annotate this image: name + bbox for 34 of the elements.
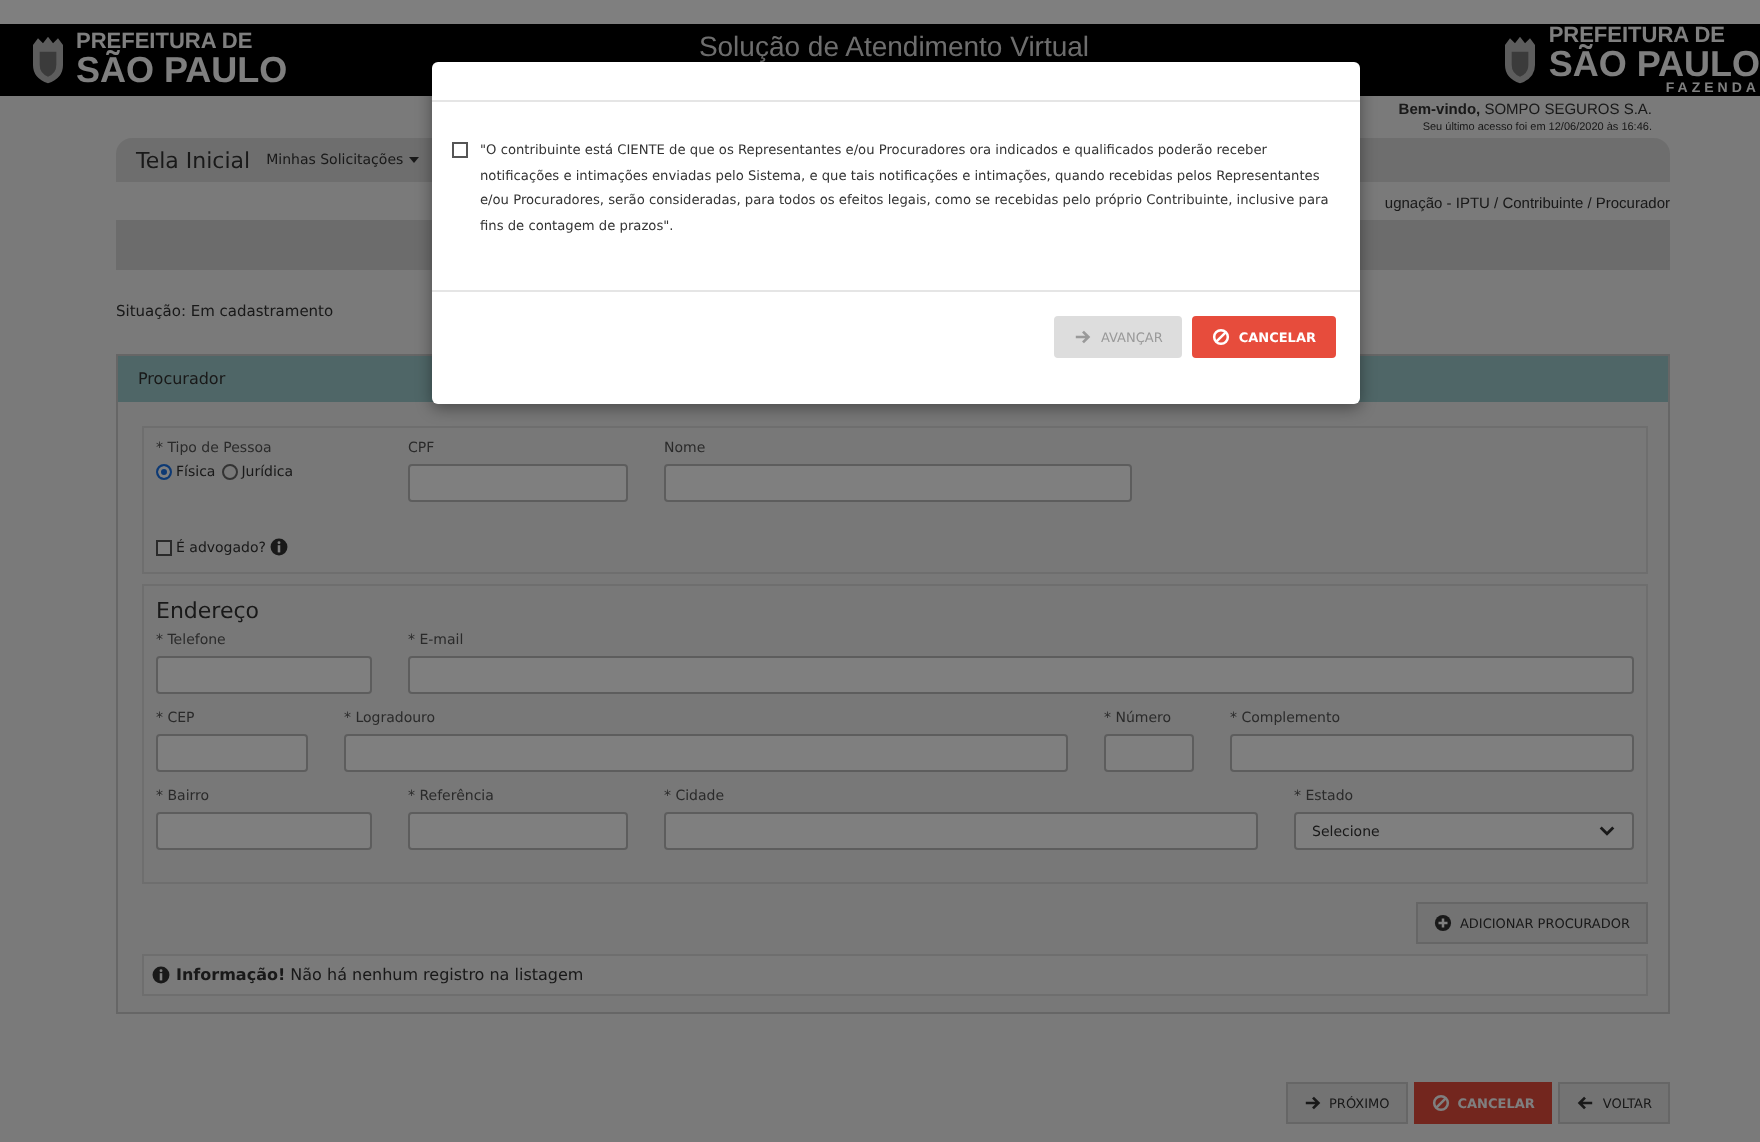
input-field[interactable]	[408, 464, 628, 502]
input-field[interactable]	[664, 812, 1258, 850]
ban-icon	[1431, 1094, 1450, 1112]
input-field[interactable]	[156, 734, 308, 772]
input-field[interactable]	[664, 464, 1132, 502]
app-title: Solução de Atendimento Virtual	[698, 32, 1090, 60]
logo-text: SÃO PAULO	[1548, 47, 1760, 81]
info-icon	[269, 538, 288, 556]
plus-circle-icon	[1433, 914, 1452, 932]
info-icon	[152, 966, 170, 984]
crest-icon	[28, 34, 68, 86]
crest-icon	[1500, 34, 1541, 86]
fieldset-legend: Endereço	[156, 598, 1634, 624]
input-field[interactable]	[408, 656, 1634, 694]
input-field[interactable]	[156, 656, 372, 694]
arrow-right-icon	[1303, 1094, 1322, 1112]
radio-button[interactable]	[156, 464, 172, 480]
logo-text: SÃO PAULO	[76, 54, 288, 88]
input-field[interactable]	[156, 812, 372, 850]
ban-icon	[1212, 328, 1231, 346]
chevron-down-icon	[1598, 822, 1616, 840]
logo-text: PREFEITURA DE	[1548, 25, 1728, 47]
info-text: Informação! Não há nenhum registro na listagem	[176, 966, 584, 984]
input-field[interactable]	[1230, 734, 1634, 772]
caret-icon	[407, 154, 420, 167]
radio-button[interactable]	[221, 464, 238, 480]
checkbox[interactable]	[156, 539, 172, 555]
arrow-right-icon	[1074, 328, 1093, 346]
input-field[interactable]	[344, 734, 1068, 772]
input-field[interactable]	[408, 812, 628, 850]
arrow-left-icon	[1576, 1094, 1595, 1112]
input-field[interactable]	[1104, 734, 1194, 772]
checkbox[interactable]	[452, 142, 468, 158]
nav-link[interactable]: Tela Inicial	[136, 147, 251, 173]
